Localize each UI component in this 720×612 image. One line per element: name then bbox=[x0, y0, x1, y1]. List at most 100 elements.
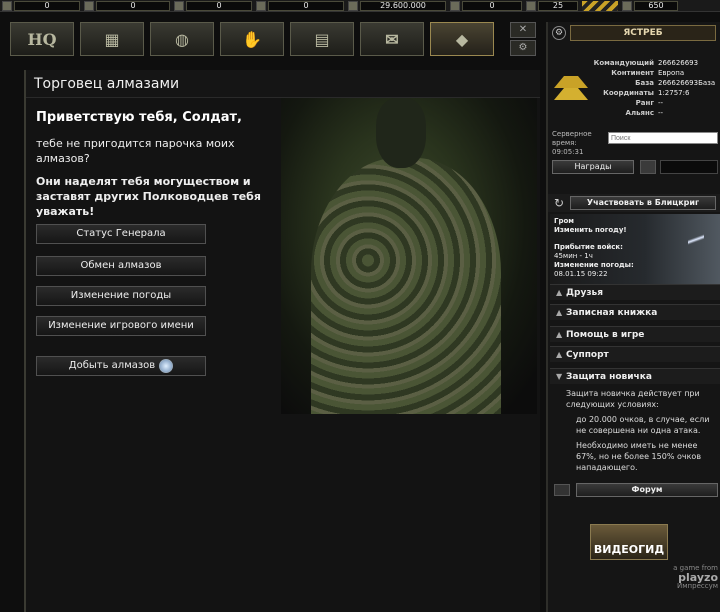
section-label: Помощь в игре bbox=[566, 329, 645, 340]
weather-event: Гром Изменить погоду! Прибытие войск: 45… bbox=[550, 214, 720, 286]
info-row: Ранг -- bbox=[592, 98, 720, 108]
tab-hq[interactable]: HQ bbox=[10, 22, 74, 56]
crate-icon bbox=[2, 0, 12, 11]
chevron-up-icon: ▲ bbox=[556, 308, 563, 317]
resource-value: 0 bbox=[96, 0, 170, 11]
close-icon[interactable]: ✕ bbox=[510, 22, 536, 38]
diamond-icon bbox=[159, 359, 174, 373]
tab-alliance[interactable]: ✋ bbox=[220, 22, 284, 56]
info-value: 1:2757:6 bbox=[658, 89, 690, 97]
oil-icon bbox=[348, 0, 358, 11]
awards-button[interactable]: Награды bbox=[552, 160, 634, 174]
imprint-link[interactable]: Импрессум bbox=[662, 582, 718, 591]
server-time-label: Серверное время: bbox=[552, 130, 592, 147]
resource-bar: 0 0 0 0 29.600.000 0 25 650 bbox=[0, 0, 720, 12]
greeting-text: Приветствую тебя, Солдат, bbox=[36, 110, 242, 125]
video-guide-button[interactable]: ВИДЕОГИД bbox=[590, 524, 668, 560]
protection-p1: Защита новичка действует при следующих у… bbox=[566, 389, 700, 409]
info-key: Ранг bbox=[635, 99, 654, 107]
forum-button[interactable]: Форум bbox=[576, 483, 718, 497]
friends-section[interactable]: ▲ Друзья bbox=[550, 284, 720, 300]
tab-globe[interactable]: ◍ bbox=[150, 22, 214, 56]
tab-reports[interactable]: ▤ bbox=[290, 22, 354, 56]
tab-messages[interactable]: ✉ bbox=[360, 22, 424, 56]
refresh-icon[interactable]: ↻ bbox=[554, 196, 564, 210]
money-icon bbox=[450, 0, 460, 11]
publisher-brand: a game from playzo Импрессум bbox=[662, 564, 718, 591]
tab-diamonds[interactable]: ◆ bbox=[430, 22, 494, 56]
blitz-bar: ↻ Участвовать в Блицкриг bbox=[548, 194, 720, 212]
radio-icon bbox=[174, 0, 184, 11]
resource-value: 0 bbox=[14, 0, 80, 11]
weather-change-button[interactable]: Изменение погоды bbox=[36, 286, 206, 306]
resource-value: 0 bbox=[462, 0, 522, 11]
info-key: Координаты bbox=[603, 89, 654, 97]
info-value: -- bbox=[658, 109, 664, 117]
window-controls: ✕ ⚙ bbox=[510, 22, 538, 56]
soldier-image bbox=[281, 98, 537, 414]
soldier-body bbox=[311, 158, 501, 414]
resource-6: 25 bbox=[526, 0, 578, 11]
brand-logo[interactable]: playzo bbox=[662, 572, 718, 583]
weather-change-value: 08.01.15 09:22 bbox=[554, 270, 608, 278]
resource-5: 0 bbox=[450, 0, 522, 11]
diamond-icon bbox=[526, 0, 536, 11]
diamond-exchange-button[interactable]: Обмен алмазов bbox=[36, 256, 206, 276]
server-time: Серверное время: 09:05:31 bbox=[552, 130, 598, 157]
commander-name[interactable]: ЯСТРЕБ bbox=[570, 25, 716, 41]
info-row: База 266626693База bbox=[592, 78, 720, 88]
newbie-protection-section[interactable]: ▼ Защита новичка bbox=[550, 368, 720, 384]
forum-bar: Форум bbox=[550, 482, 720, 498]
resource-value: 0 bbox=[268, 0, 344, 11]
resource-value: 25 bbox=[538, 0, 578, 11]
section-label: Друзья bbox=[566, 287, 604, 298]
server-time-value: 09:05:31 bbox=[552, 148, 584, 156]
search-input[interactable] bbox=[608, 132, 718, 144]
chevron-up-icon: ▲ bbox=[556, 350, 563, 359]
chevron-up-icon: ▲ bbox=[556, 288, 563, 297]
rename-button[interactable]: Изменение игрового имени bbox=[36, 316, 206, 336]
protection-p2: до 20.000 очков, в случае, если не совер… bbox=[576, 415, 710, 435]
info-value: Европа bbox=[658, 69, 685, 77]
resource-value: 0 bbox=[186, 0, 252, 11]
info-value: 266626693 bbox=[658, 59, 699, 67]
info-value: -- bbox=[658, 99, 664, 107]
gear-icon bbox=[84, 0, 94, 11]
resource-value: 29.600.000 bbox=[360, 0, 446, 11]
gold-bars-icon bbox=[256, 0, 266, 11]
chevron-up-icon: ▲ bbox=[556, 330, 563, 339]
get-diamonds-button[interactable]: Добыть алмазов bbox=[36, 356, 206, 376]
chat-icon bbox=[554, 484, 570, 496]
general-status-button[interactable]: Статус Генерала bbox=[36, 224, 206, 244]
info-value: 266626693База bbox=[658, 79, 716, 87]
hazard-stripe bbox=[582, 0, 618, 11]
get-diamonds-label: Добыть алмазов bbox=[68, 360, 156, 371]
rank-chevron-icon bbox=[622, 0, 632, 11]
diamond-trader-panel: Торговец алмазами Приветствую тебя, Солд… bbox=[24, 70, 540, 612]
info-key: Альянс bbox=[625, 109, 654, 117]
resource-4: 29.600.000 bbox=[348, 0, 446, 11]
notebook-section[interactable]: ▲ Записная книжка bbox=[550, 304, 720, 320]
info-row: Альянс -- bbox=[592, 108, 720, 118]
tab-map[interactable]: ▦ bbox=[80, 22, 144, 56]
help-section[interactable]: ▲ Помощь в игре bbox=[550, 326, 720, 342]
soldier-head bbox=[376, 98, 426, 168]
info-key: Командующий bbox=[593, 59, 654, 67]
info-key: Континент bbox=[611, 69, 654, 77]
settings-small-icon[interactable]: ⚙ bbox=[552, 26, 566, 40]
rank-chevron-icon bbox=[554, 68, 588, 108]
awards-icon[interactable] bbox=[640, 160, 656, 174]
settings-icon[interactable]: ⚙ bbox=[510, 40, 536, 56]
resource-2: 0 bbox=[174, 0, 252, 11]
info-row: Координаты 1:2757:6 bbox=[592, 88, 720, 98]
protection-p3: Необходимо иметь не менее 67%, но не бол… bbox=[576, 441, 702, 472]
section-label: Суппорт bbox=[566, 349, 609, 360]
info-key: База bbox=[635, 79, 654, 87]
resource-value: 650 bbox=[634, 0, 678, 11]
info-row: Командующий 266626693 bbox=[592, 58, 720, 68]
support-section[interactable]: ▲ Суппорт bbox=[550, 346, 720, 362]
blitz-button[interactable]: Участвовать в Блицкриг bbox=[570, 196, 716, 210]
resource-1: 0 bbox=[84, 0, 170, 11]
protection-text: Защита новичка действует при следующих у… bbox=[566, 388, 718, 477]
info-row: Континент Европа bbox=[592, 68, 720, 78]
